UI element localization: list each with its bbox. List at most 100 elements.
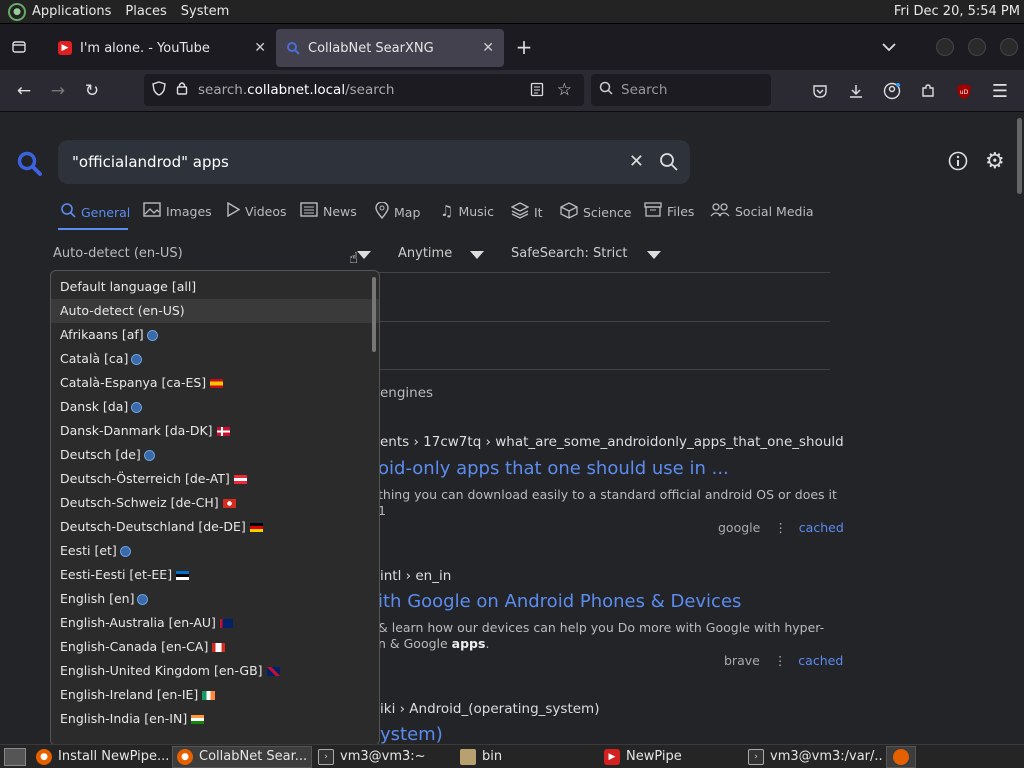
menu-places[interactable]: Places	[125, 4, 166, 19]
close-tab-icon[interactable]: ✕	[482, 40, 494, 56]
category-news[interactable]: News	[300, 202, 357, 221]
clear-search-icon[interactable]: ✕	[629, 151, 644, 172]
url-bar[interactable]: search.collabnet.local/search ☆	[144, 74, 584, 106]
tracking-shield-icon[interactable]	[152, 80, 166, 100]
taskbar-item-collabnet[interactable]: ● CollabNet Sear...	[172, 745, 312, 768]
language-option[interactable]: English-United Kingdom [en-GB]	[51, 659, 379, 683]
result-1-title[interactable]: oid-only apps that one should use in ...	[378, 458, 729, 479]
search-query-text[interactable]: "officialandrod" apps	[72, 153, 229, 171]
language-option[interactable]: Català-Espanya [ca-ES]	[51, 371, 379, 395]
language-option[interactable]: English-Canada [en-CA]	[51, 635, 379, 659]
downloads-icon[interactable]	[839, 74, 873, 108]
separator-dots-icon: ⋮	[774, 520, 787, 535]
distro-logo-icon[interactable]: ●	[8, 2, 26, 21]
category-music[interactable]: ♫ Music	[440, 202, 494, 220]
show-desktop-icon[interactable]	[4, 747, 26, 766]
language-option[interactable]: Dansk-Danmark [da-DK]	[51, 419, 379, 443]
language-option[interactable]: English [en]	[51, 587, 379, 611]
category-videos[interactable]: Videos	[226, 201, 287, 221]
language-option[interactable]: Català [ca]	[51, 347, 379, 371]
language-dropdown-caret-icon[interactable]	[357, 251, 371, 259]
category-it[interactable]: It	[510, 202, 543, 223]
dropdown-scrollbar[interactable]	[372, 277, 376, 352]
language-option[interactable]: Default language [all]	[51, 275, 379, 299]
safesearch-caret-icon[interactable]	[647, 251, 661, 259]
forward-arrow-icon[interactable]: →	[41, 74, 75, 108]
tray-firefox-icon[interactable]	[886, 745, 916, 768]
language-option[interactable]: Auto-detect (en-US)	[51, 299, 379, 323]
result-2-snippet: & learn how our devices can help you Do …	[378, 620, 825, 635]
language-option[interactable]: Eesti [et]	[51, 539, 379, 563]
result-1-meta: google ⋮ cached	[718, 520, 844, 535]
language-option[interactable]: English-India [en-IN]	[51, 707, 379, 731]
ublock-origin-icon[interactable]: uD	[947, 74, 981, 108]
bookmark-star-icon[interactable]: ☆	[557, 80, 572, 100]
firefox-icon: ●	[177, 748, 193, 765]
category-files[interactable]: Files	[644, 202, 694, 221]
category-social-media[interactable]: Social Media	[710, 202, 814, 221]
result-2-title[interactable]: ith Google on Android Phones & Devices	[378, 591, 741, 612]
language-option[interactable]: Deutsch-Schweiz [de-CH]	[51, 491, 379, 515]
browser-search-box[interactable]: Search	[591, 74, 771, 106]
url-text[interactable]: search.collabnet.local/search	[198, 82, 394, 98]
tab-title: I'm alone. - YouTube	[80, 40, 210, 56]
language-option[interactable]: Eesti-Eesti [et-EE]	[51, 563, 379, 587]
close-tab-icon[interactable]: ✕	[254, 40, 266, 56]
minimize-window-icon[interactable]	[936, 38, 954, 56]
tab-searxng[interactable]: CollabNet SearXNG ✕	[276, 29, 504, 67]
result-2-cached-link[interactable]: cached	[798, 653, 843, 668]
menu-system[interactable]: System	[181, 4, 229, 19]
pocket-icon[interactable]	[803, 74, 837, 108]
language-option[interactable]: Deutsch-Österreich [de-AT]	[51, 467, 379, 491]
lock-icon[interactable]	[176, 81, 188, 99]
tab-overview-icon[interactable]	[0, 39, 38, 55]
result-2-url[interactable]: intl › en_in	[380, 568, 451, 584]
new-tab-icon[interactable]: +	[504, 35, 544, 59]
list-tabs-chevron-icon[interactable]	[874, 42, 904, 52]
settings-gear-icon[interactable]: ⚙	[985, 149, 1005, 174]
divider	[360, 272, 830, 273]
taskbar-item-install-newpipe[interactable]: ● Install NewPipe...	[32, 746, 170, 768]
category-images[interactable]: Images	[143, 202, 212, 221]
taskbar-item-terminal-home[interactable]: › vm3@vm3:~	[314, 746, 454, 768]
maximize-window-icon[interactable]	[968, 38, 986, 56]
hamburger-menu-icon[interactable]: ☰	[983, 74, 1017, 108]
time-range-caret-icon[interactable]	[470, 251, 484, 259]
taskbar-item-newpipe[interactable]: ▶ NewPipe	[600, 746, 742, 768]
language-option[interactable]: Dansk [da]	[51, 395, 379, 419]
back-arrow-icon[interactable]: ←	[7, 74, 41, 108]
extensions-puzzle-icon[interactable]	[911, 74, 945, 108]
category-label: It	[534, 205, 543, 220]
reader-view-icon[interactable]	[530, 82, 544, 101]
taskbar-item-bin-folder[interactable]: bin	[456, 746, 598, 768]
info-icon[interactable]	[948, 151, 968, 175]
result-1-cached-link[interactable]: cached	[799, 520, 844, 535]
search-query-input[interactable]: "officialandrod" apps ✕	[58, 140, 690, 184]
close-window-icon[interactable]	[1000, 38, 1018, 56]
language-option[interactable]: Afrikaans [af]	[51, 323, 379, 347]
language-select[interactable]: Auto-detect (en-US)	[53, 246, 183, 261]
language-option[interactable]: English-Ireland [en-IE]	[51, 683, 379, 707]
result-3-url[interactable]: iki › Android_(operating_system)	[380, 701, 599, 717]
account-icon[interactable]	[875, 74, 909, 108]
language-option-label: Default language [all]	[60, 279, 197, 294]
menu-applications[interactable]: Applications	[32, 4, 111, 19]
category-science[interactable]: Science	[560, 202, 631, 223]
category-general[interactable]: General	[60, 202, 130, 222]
safesearch-select[interactable]: SafeSearch: Strict	[511, 246, 628, 261]
searxng-logo-icon[interactable]	[16, 150, 42, 180]
language-dropdown-list[interactable]: Default language [all] Auto-detect (en-US…	[50, 270, 380, 744]
language-option[interactable]: Deutsch-Deutschland [de-DE]	[51, 515, 379, 539]
clock[interactable]: Fri Dec 20, 5:54 PM	[894, 4, 1020, 19]
taskbar-item-terminal-var[interactable]: › vm3@vm3:/var/...	[744, 746, 884, 768]
language-option[interactable]: English-Australia [en-AU]	[51, 611, 379, 635]
result-3-title[interactable]: ystem)	[380, 724, 443, 744]
category-map[interactable]: Map	[375, 201, 420, 223]
language-option[interactable]: Deutsch [de]	[51, 443, 379, 467]
tab-youtube[interactable]: ▶ I'm alone. - YouTube ✕	[48, 29, 276, 67]
search-submit-icon[interactable]	[659, 152, 678, 175]
result-1-url[interactable]: ents › 17cw7tq › what_are_some_androidon…	[380, 434, 844, 450]
time-range-select[interactable]: Anytime	[398, 246, 452, 261]
reload-icon[interactable]: ↻	[75, 74, 109, 108]
page-scrollbar[interactable]	[1017, 118, 1022, 194]
